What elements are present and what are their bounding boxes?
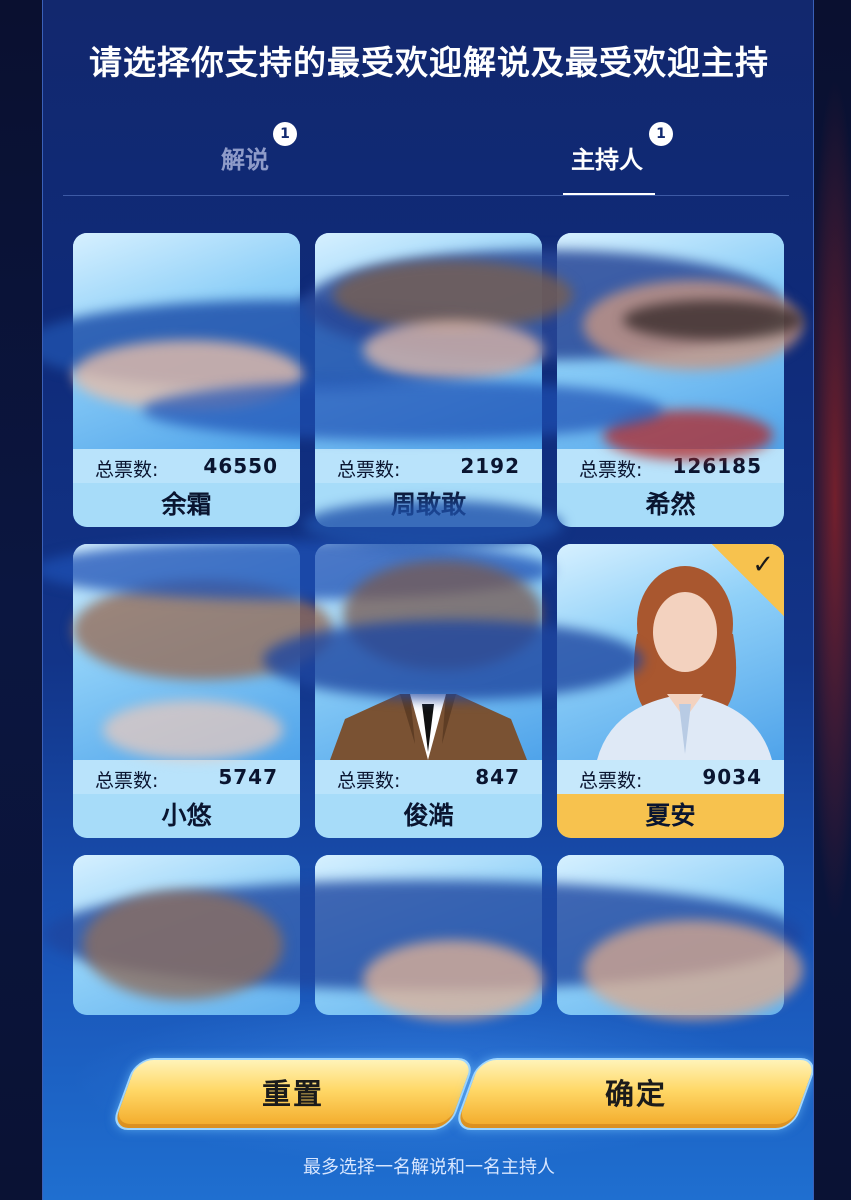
vote-panel: 请选择你支持的最受欢迎解说及最受欢迎主持 解说 1 主持人 1 总票数: 465… — [42, 0, 814, 1200]
selection-limit-note: 最多选择一名解说和一名主持人 — [303, 1157, 555, 1178]
tab-host-label: 主持人 — [571, 146, 643, 174]
tab-commentary[interactable]: 解说 1 — [221, 122, 297, 175]
vote-count: 5747 — [218, 765, 278, 789]
vote-stats: 总票数: 2192 — [315, 449, 542, 483]
vote-stats: 总票数: 847 — [315, 760, 542, 794]
page-title: 请选择你支持的最受欢迎解说及最受欢迎主持 — [89, 43, 769, 82]
vote-label: 总票数: — [337, 770, 401, 792]
vote-count: 46550 — [203, 454, 278, 478]
vote-stats: 总票数: 46550 — [73, 449, 300, 483]
vote-label: 总票数: — [337, 459, 401, 481]
reset-button-label: 重置 — [261, 1077, 324, 1111]
vote-stats: 总票数: 9034 — [557, 760, 784, 794]
confirm-button[interactable]: 确定 — [452, 1058, 813, 1130]
vote-label: 总票数: — [579, 459, 643, 481]
tab-divider — [63, 195, 789, 196]
vote-count: 9034 — [702, 765, 762, 789]
host-name: 希然 — [557, 483, 784, 527]
vote-label: 总票数: — [95, 770, 159, 792]
tab-host[interactable]: 主持人 1 — [571, 122, 673, 175]
vote-label: 总票数: — [95, 459, 159, 481]
tab-bar: 解说 1 主持人 1 — [63, 110, 789, 196]
vote-label: 总票数: — [579, 770, 643, 792]
host-name: 俊澔 — [315, 794, 542, 838]
vote-count: 847 — [475, 765, 520, 789]
host-card-selected[interactable]: ✓ 总票数: 9034 夏安 — [557, 544, 784, 838]
vote-stats: 总票数: 5747 — [73, 760, 300, 794]
host-name: 小悠 — [73, 794, 300, 838]
confirm-button-label: 确定 — [604, 1077, 667, 1111]
vote-count: 2192 — [460, 454, 520, 478]
host-name: 余霜 — [73, 483, 300, 527]
tab-host-badge: 1 — [649, 122, 673, 146]
tab-commentary-badge: 1 — [273, 122, 297, 146]
tab-commentary-label: 解说 — [221, 146, 269, 174]
check-icon: ✓ — [752, 550, 774, 580]
host-name: 夏安 — [557, 794, 784, 838]
reset-button[interactable]: 重置 — [109, 1058, 477, 1130]
